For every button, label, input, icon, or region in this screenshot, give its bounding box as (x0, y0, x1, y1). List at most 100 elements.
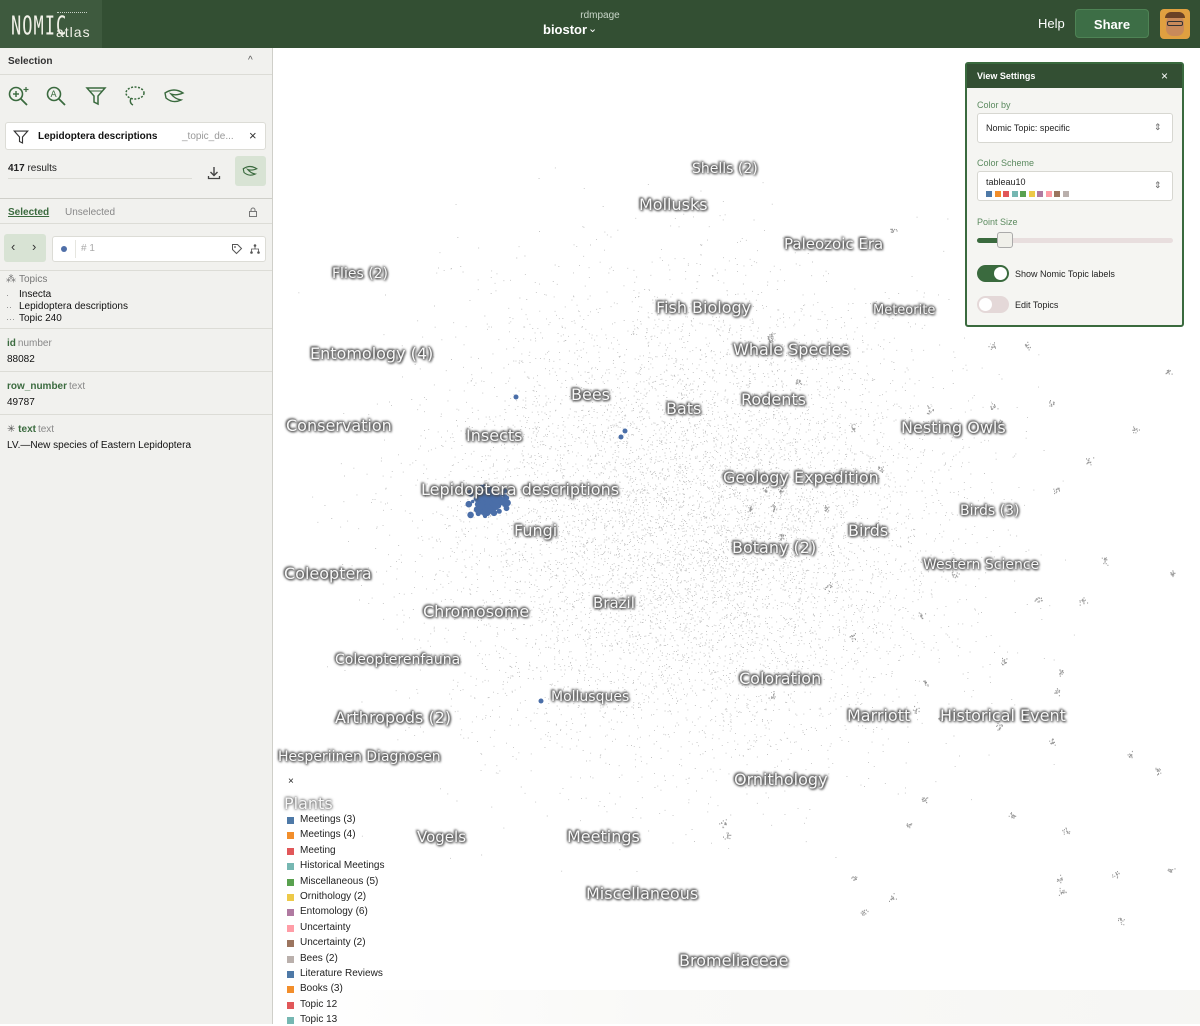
project-selector[interactable]: biostor (543, 22, 587, 37)
text-search-icon[interactable]: A (44, 84, 68, 108)
map-topic-label[interactable]: Paleozoic Era (784, 235, 883, 253)
chevron-down-icon[interactable]: ⌄ (588, 22, 597, 35)
top-bar: NOMIC atlas rdmpage biostor ⌄ Help Share (0, 0, 1200, 48)
topics-field: ⁂ Topics · Insecta ·· Lepidoptera descri… (0, 270, 272, 328)
field-value: 88082 (7, 354, 35, 365)
color-by-value: Nomic Topic: specific (986, 123, 1070, 133)
close-icon[interactable]: × (1161, 69, 1168, 83)
map-topic-label[interactable]: Chromosome (423, 602, 529, 621)
selected-point (482, 513, 487, 518)
map-topic-label[interactable]: Geology Expedition (723, 468, 879, 487)
map-topic-label[interactable]: Nesting Owls (901, 418, 1006, 437)
map-topic-label[interactable]: Birds (3) (960, 503, 1019, 519)
map-topic-label[interactable]: Meetings (567, 827, 640, 846)
map-topic-label[interactable]: Coloration (739, 669, 821, 688)
nomic-atlas-logo[interactable]: NOMIC atlas (0, 0, 102, 48)
topics-icon: ⁂ (6, 274, 16, 285)
field-value: LV.—New species of Eastern Lepidoptera (7, 440, 191, 451)
map-topic-label[interactable]: Ornithology (734, 770, 828, 789)
sparkle-icon: ✳ (7, 424, 19, 435)
map-topic-label[interactable]: Shells (2) (692, 161, 758, 177)
scheme-swatch (1054, 191, 1060, 197)
legend-label: Literature Reviews (300, 968, 383, 979)
tab-unselected[interactable]: Unselected (65, 207, 115, 218)
map-topic-label[interactable]: Marriott (847, 706, 910, 725)
map-topic-label[interactable]: Meteorite (873, 303, 935, 318)
active-filter[interactable]: Lepidoptera descriptions _topic_de... × (5, 122, 266, 150)
collapse-icon[interactable]: ^ (248, 55, 253, 66)
map-topic-label[interactable]: Fungi (514, 521, 557, 540)
map-topic-label[interactable]: Lepidoptera descriptions (421, 480, 619, 499)
topic-level-icon: ·· (6, 302, 12, 312)
map-topic-label[interactable]: Brazil (593, 594, 635, 612)
cluster-select-icon (242, 165, 258, 176)
close-icon[interactable]: × (249, 128, 257, 143)
map-footer-fade (273, 990, 1200, 1024)
map-topic-label[interactable]: Bees (571, 385, 610, 404)
map-topic-label[interactable]: Vogels (417, 828, 466, 846)
map-topic-label[interactable]: Rodents (741, 390, 806, 409)
zoom-add-icon[interactable] (6, 84, 30, 108)
field-id: id number 88082 (0, 328, 272, 372)
help-link[interactable]: Help (1038, 16, 1065, 31)
selected-point (491, 502, 497, 508)
color-scheme-value: tableau10 (986, 177, 1026, 187)
legend-swatch (287, 971, 294, 978)
lasso-icon[interactable] (123, 84, 147, 108)
map-topic-label[interactable]: Botany (2) (732, 538, 816, 557)
map-select-button[interactable] (235, 156, 266, 186)
color-scheme-select[interactable]: tableau10 ⇕ (977, 171, 1173, 201)
cluster-select-icon[interactable] (162, 84, 186, 108)
map-topic-label[interactable]: Coleopterenfauna (335, 652, 460, 668)
legend-label: Bees (2) (300, 952, 338, 964)
filter-icon[interactable] (84, 84, 108, 108)
field-type: text (69, 381, 86, 392)
map-topic-label[interactable]: Flies (2) (332, 266, 388, 282)
legend-swatch (287, 986, 294, 994)
map-topic-label[interactable]: Arthropods (2) (335, 708, 451, 727)
close-icon[interactable]: × (288, 776, 294, 787)
scheme-swatch (1020, 191, 1026, 197)
map-topic-label[interactable]: Western Science (923, 557, 1039, 573)
map-topic-label[interactable]: Whale Species (733, 340, 850, 359)
legend-label: Topic 12 (300, 998, 338, 1010)
selected-point (480, 509, 485, 513)
point-size-slider[interactable] (996, 232, 1013, 248)
map-topic-label[interactable]: Historical Event (940, 706, 1066, 725)
edit-topics-toggle[interactable] (977, 296, 1009, 313)
map-topic-label[interactable]: Conservation (286, 416, 392, 435)
share-button[interactable]: Share (1075, 9, 1149, 38)
topics-label: Topics (19, 274, 48, 285)
map-topic-label[interactable]: Bromeliaceae (679, 951, 788, 970)
logo-atlas-text: atlas (56, 24, 91, 40)
toggle-knob (994, 267, 1007, 280)
map-topic-label[interactable]: Fish Biology (656, 298, 751, 317)
lock-icon[interactable] (247, 206, 259, 218)
chevron-left-icon[interactable]: ‹ (11, 239, 15, 254)
map-topic-label[interactable]: Insects (466, 426, 522, 445)
map-topic-label[interactable]: Coleoptera (284, 564, 372, 583)
download-icon[interactable] (205, 164, 223, 182)
map-topic-label[interactable]: Bats (666, 399, 701, 418)
map-topic-label[interactable]: Birds (848, 521, 888, 540)
hierarchy-icon[interactable] (249, 243, 261, 255)
scheme-swatch (994, 191, 1001, 197)
select-arrows-icon: ⇕ (1154, 122, 1162, 132)
map-topic-label[interactable]: Miscellaneous (586, 884, 698, 903)
selection-panel: Selection ^ A Lepidoptera descriptions _… (0, 48, 273, 1024)
map-topic-label[interactable]: Entomology (4) (310, 344, 433, 363)
selected-point (490, 509, 498, 517)
color-by-select[interactable]: Nomic Topic: specific ⇕ (977, 113, 1173, 143)
avatar-hair (1165, 12, 1185, 18)
show-labels-toggle[interactable] (977, 265, 1009, 282)
map-topic-label[interactable]: Mollusks (639, 195, 708, 214)
map-topic-label[interactable]: Mollusques (551, 689, 629, 705)
tag-icon[interactable] (231, 243, 243, 255)
avatar[interactable] (1160, 9, 1190, 39)
map-topic-label[interactable]: Hesperiinen Diagnosen (278, 749, 441, 765)
tab-selected[interactable]: Selected (8, 207, 49, 218)
chevron-right-icon[interactable]: › (32, 239, 36, 254)
record-index-input[interactable]: # 1 (52, 236, 266, 262)
field-type: text (37, 424, 55, 435)
legend-swatch (287, 894, 294, 901)
